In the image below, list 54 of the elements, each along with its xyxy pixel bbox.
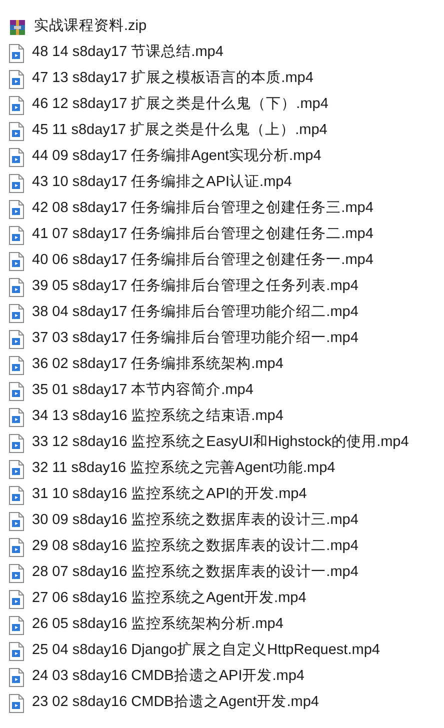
video-file-icon: [9, 642, 24, 660]
file-name[interactable]: 32 11 s8day16 监控系统之完善Agent功能.mp4: [32, 458, 336, 480]
video-file-icon: [9, 486, 24, 504]
video-file-icon: [9, 382, 24, 400]
video-file-icon: [9, 70, 24, 88]
video-file-icon: [9, 668, 24, 686]
file-name[interactable]: 37 03 s8day17 任务编排后台管理功能介绍一.mp4: [32, 328, 358, 350]
video-file-icon: [9, 590, 24, 608]
file-name[interactable]: 38 04 s8day17 任务编排后台管理功能介绍二.mp4: [32, 302, 358, 324]
file-name[interactable]: 25 04 s8day16 Django扩展之自定义HttpRequest.mp4: [32, 640, 380, 662]
video-file-icon: [9, 122, 24, 140]
video-file-icon: [9, 616, 24, 634]
video-file-icon: [9, 304, 24, 322]
archive-icon: [9, 18, 26, 36]
video-file-icon: [9, 148, 24, 166]
video-file-icon: [9, 694, 24, 712]
file-name[interactable]: 实战课程资料.zip: [34, 16, 147, 38]
file-name[interactable]: 44 09 s8day17 任务编排Agent实现分析.mp4: [32, 146, 322, 168]
video-file-icon: [9, 460, 24, 478]
video-file-icon: [9, 44, 24, 62]
video-file-icon: [9, 330, 24, 348]
file-name[interactable]: 26 05 s8day16 监控系统架构分析.mp4: [32, 614, 284, 636]
video-file-icon: [9, 434, 24, 452]
file-name[interactable]: 30 09 s8day16 监控系统之数据库表的设计三.mp4: [32, 510, 358, 532]
video-file-icon: [9, 174, 24, 192]
file-name[interactable]: 34 13 s8day16 监控系统之结束语.mp4: [32, 406, 284, 428]
video-file-icon: [9, 356, 24, 374]
file-name[interactable]: 31 10 s8day16 监控系统之API的开发.mp4: [32, 484, 307, 506]
file-name[interactable]: 46 12 s8day17 扩展之类是什么鬼（下）.mp4: [32, 94, 328, 116]
video-file-icon: [9, 538, 24, 556]
file-name[interactable]: 48 14 s8day17 节课总结.mp4: [32, 42, 224, 64]
file-name[interactable]: 43 10 s8day17 任务编排之API认证.mp4: [32, 172, 292, 194]
file-name[interactable]: 33 12 s8day16 监控系统之EasyUI和Highstock的使用.mp4: [32, 432, 409, 454]
file-name[interactable]: 29 08 s8day16 监控系统之数据库表的设计二.mp4: [32, 536, 358, 558]
video-file-icon: [9, 564, 24, 582]
file-name[interactable]: 40 06 s8day17 任务编排后台管理之创建任务一.mp4: [32, 250, 374, 272]
video-file-icon: [9, 200, 24, 218]
video-file-icon: [9, 512, 24, 530]
video-file-icon: [9, 408, 24, 426]
video-file-icon: [9, 96, 24, 114]
video-file-icon: [9, 226, 24, 244]
file-name[interactable]: 39 05 s8day17 任务编排后台管理之任务列表.mp4: [32, 276, 358, 298]
file-name[interactable]: 28 07 s8day16 监控系统之数据库表的设计一.mp4: [32, 562, 358, 584]
file-name[interactable]: 45 11 s8day17 扩展之类是什么鬼（上）.mp4: [32, 120, 328, 142]
file-name[interactable]: 35 01 s8day17 本节内容简介.mp4: [32, 380, 254, 402]
file-name[interactable]: 41 07 s8day17 任务编排后台管理之创建任务二.mp4: [32, 224, 374, 246]
video-file-icon: [9, 252, 24, 270]
video-file-icon: [9, 278, 24, 296]
file-name[interactable]: 24 03 s8day16 CMDB拾遗之API开发.mp4: [32, 666, 304, 688]
file-name[interactable]: 23 02 s8day16 CMDB拾遗之Agent开发.mp4: [32, 692, 319, 714]
file-name[interactable]: 27 06 s8day16 监控系统之Agent开发.mp4: [32, 588, 306, 610]
file-name[interactable]: 42 08 s8day17 任务编排后台管理之创建任务三.mp4: [32, 198, 374, 220]
file-name[interactable]: 47 13 s8day17 扩展之模板语言的本质.mp4: [32, 68, 314, 90]
file-name[interactable]: 36 02 s8day17 任务编排系统架构.mp4: [32, 354, 284, 376]
